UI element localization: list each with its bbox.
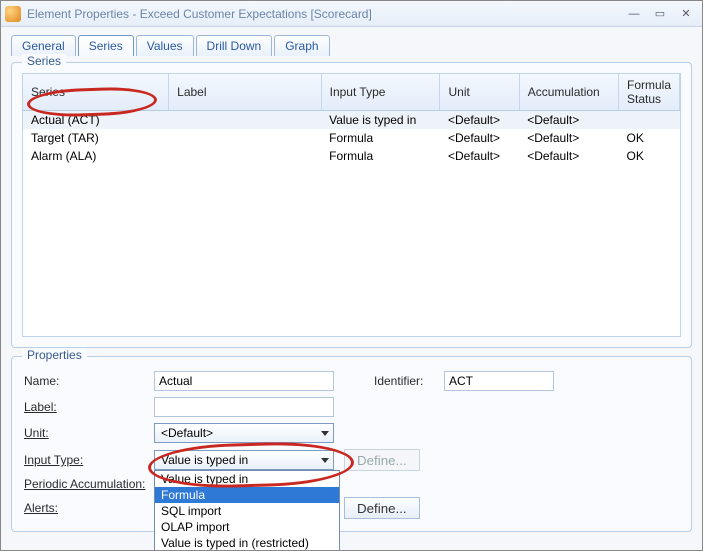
dialog-window: Element Properties - Exceed Customer Exp… [0,0,703,551]
col-formulastatus[interactable]: Formula Status [618,74,679,111]
inputtype-option[interactable]: Value is typed in (restricted) [155,535,339,550]
label-label: Label: [24,400,154,414]
inputtype-dropdown: Value is typed in Formula SQL import OLA… [154,470,340,550]
table-row[interactable]: Target (TAR) Formula <Default> <Default>… [23,129,680,147]
inputtype-option[interactable]: OLAP import [155,519,339,535]
close-button[interactable]: ✕ [674,5,698,23]
define-inputtype-button: Define... [344,449,420,471]
series-group: Series Series Label Input Type Unit Accu… [11,62,692,348]
window-title: Element Properties - Exceed Customer Exp… [27,7,620,21]
col-label[interactable]: Label [169,74,321,111]
col-series[interactable]: Series [23,74,169,111]
properties-legend: Properties [22,348,87,362]
col-inputtype[interactable]: Input Type [321,74,440,111]
table-row[interactable]: Actual (ACT) Value is typed in <Default>… [23,111,680,130]
tab-series[interactable]: Series [78,35,134,56]
inputtype-option[interactable]: Formula [155,487,339,503]
tab-values[interactable]: Values [136,35,194,56]
series-legend: Series [22,54,66,68]
unit-combo[interactable]: <Default> [154,423,334,443]
unit-label: Unit: [24,426,154,440]
inputtype-option[interactable]: Value is typed in [155,471,339,487]
chevron-down-icon [321,458,329,463]
tab-general[interactable]: General [11,35,76,56]
label-field[interactable] [154,397,334,417]
alerts-label: Alerts: [24,501,154,515]
properties-group: Properties Name: Identifier: Label: Unit… [11,356,692,532]
tab-graph[interactable]: Graph [274,35,329,56]
series-table[interactable]: Series Label Input Type Unit Accumulatio… [22,73,681,337]
content-area: General Series Values Drill Down Graph S… [1,27,702,550]
inputtype-combo[interactable]: Value is typed in Value is typed in Form… [154,450,334,470]
tab-drilldown[interactable]: Drill Down [196,35,273,56]
chevron-down-icon [321,431,329,436]
define-alerts-button[interactable]: Define... [344,497,420,519]
app-icon [5,6,21,22]
identifier-label: Identifier: [374,374,444,388]
inputtype-label: Input Type: [24,453,154,467]
col-unit[interactable]: Unit [440,74,519,111]
name-field[interactable] [154,371,334,391]
table-row[interactable]: Alarm (ALA) Formula <Default> <Default> … [23,147,680,165]
identifier-field[interactable] [444,371,554,391]
minimize-button[interactable]: — [622,5,646,23]
col-accumulation[interactable]: Accumulation [519,74,618,111]
inputtype-option[interactable]: SQL import [155,503,339,519]
maximize-button[interactable]: ▭ [648,5,672,23]
tab-strip: General Series Values Drill Down Graph [11,35,692,56]
periodic-accumulation-label: Periodic Accumulation: [24,477,154,491]
name-label: Name: [24,374,154,388]
titlebar: Element Properties - Exceed Customer Exp… [1,1,702,27]
